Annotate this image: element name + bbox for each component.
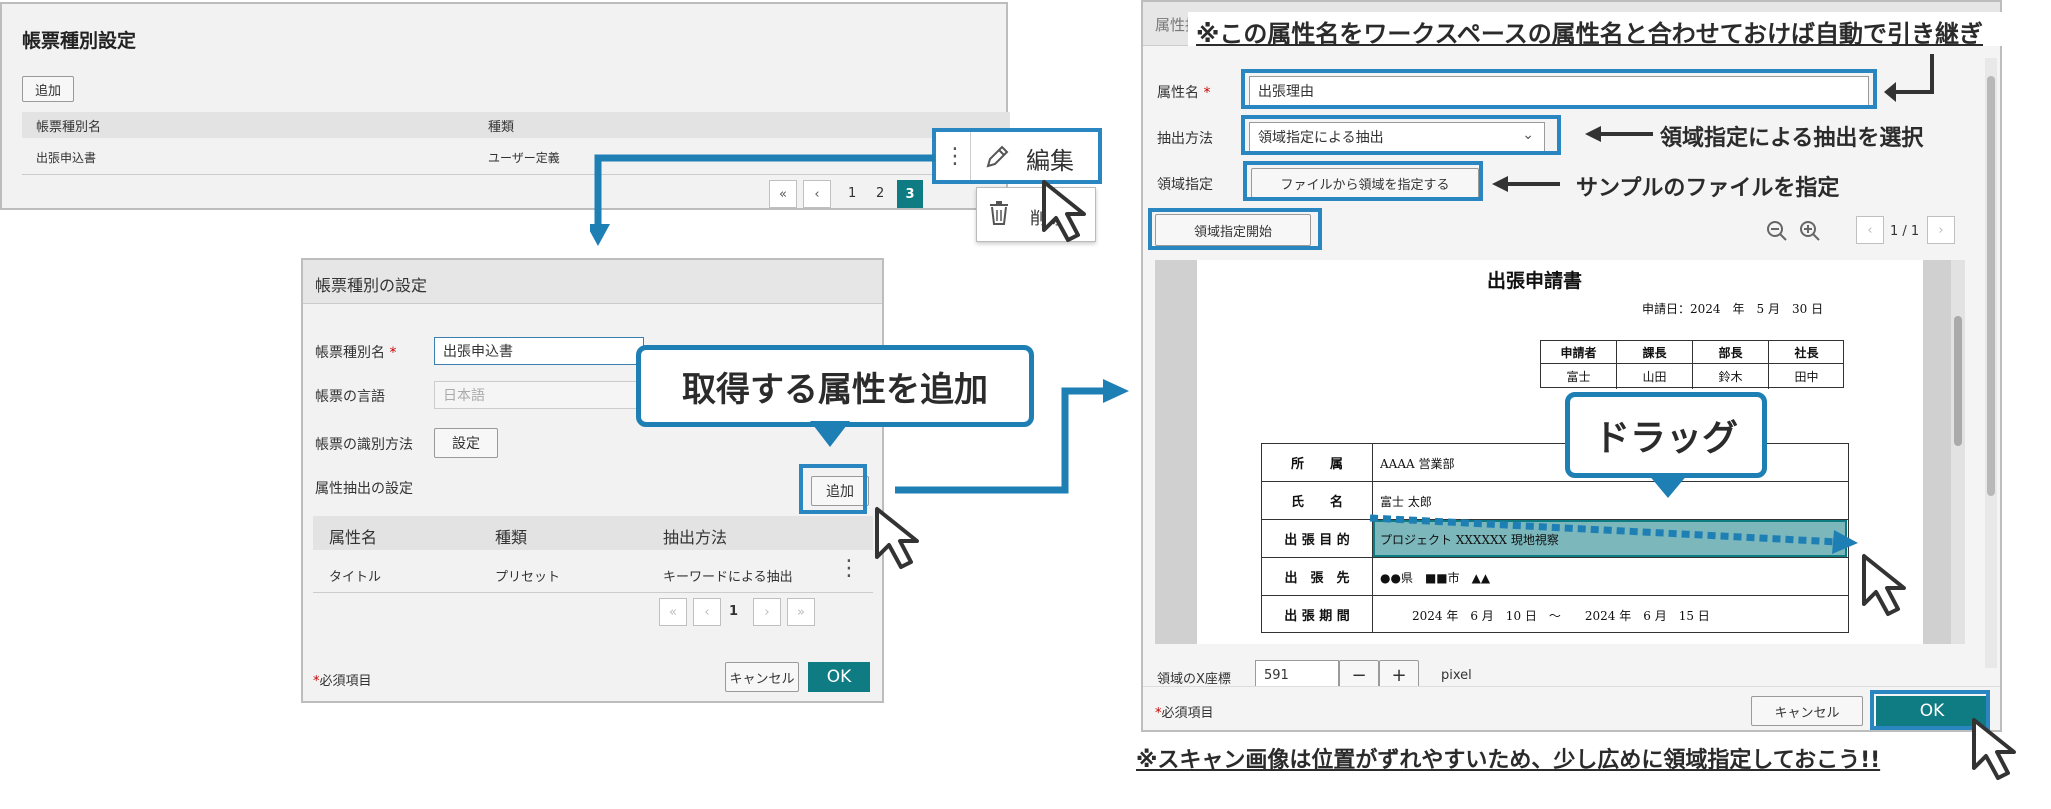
doc-page-info: 1 / 1 <box>1890 224 1920 239</box>
detail-value: ●●県 ■■市 ▲▲ <box>1380 571 1491 585</box>
dialog-scrollbar[interactable] <box>1985 58 1997 668</box>
attr-name-label: 属性名 * <box>1157 85 1211 101</box>
cancel-button[interactable]: キャンセル <box>725 662 799 692</box>
approver-name: 田中 <box>1794 369 1819 384</box>
row-type: ユーザー定義 <box>488 151 560 165</box>
top-note: ※この属性名をワークスペースの属性名と合わせておけば自動で引き継ぎ <box>1196 20 1984 48</box>
approval-table: 申請者 課長 部長 社長 富士 山田 鈴木 田中 <box>1540 340 1844 389</box>
detail-label: 出 張 目 的 <box>1284 533 1350 548</box>
language-label: 帳票の言語 <box>315 389 385 405</box>
dialog-title: 帳票種別の設定 <box>315 276 428 295</box>
zoom-out-icon[interactable] <box>1766 220 1788 242</box>
next-doc-page-button: › <box>1927 216 1955 244</box>
next-page-button: › <box>753 598 781 626</box>
callout-pointer <box>810 421 850 451</box>
identification-settings-button[interactable]: 設定 <box>434 428 498 458</box>
trash-icon[interactable] <box>988 200 1010 226</box>
document-page: 出張申請書 申請日：2024 年 5 月 30 日 申請者 課長 部長 社長 富… <box>1197 260 1923 644</box>
required-note: *必須項目 <box>313 674 372 689</box>
prev-doc-page-button: ‹ <box>1856 216 1884 244</box>
language-select: 日本語 <box>434 381 644 409</box>
mouse-cursor-icon <box>873 505 943 575</box>
attr-name-highlight <box>1241 69 1877 109</box>
add-form-type-button[interactable]: 追加 <box>22 76 74 102</box>
cancel-button[interactable]: キャンセル <box>1751 696 1863 726</box>
add-button-highlight <box>799 464 867 514</box>
attribute-extraction-label: 属性抽出の設定 <box>315 481 413 497</box>
method-note: 領域指定による抽出を選択 <box>1660 126 1924 151</box>
edit-menu-label: 編集 <box>1026 147 1074 175</box>
callout-drag: ドラッグ <box>1565 392 1767 478</box>
row-attribute-name: タイトル <box>329 570 382 585</box>
current-page: 1 <box>729 604 739 619</box>
panel1-title: 帳票種別設定 <box>22 30 137 52</box>
ok-button[interactable]: OK <box>808 662 870 692</box>
row-extraction-method: キーワードによる抽出 <box>663 570 793 585</box>
bottom-note: ※スキャン画像は位置がずれやすいため、少し広めに領域指定しておこう!! <box>1136 748 1881 773</box>
approval-header: 部長 <box>1718 345 1743 360</box>
mouse-cursor-icon <box>1040 178 1110 248</box>
attribute-extraction-dialog: 属性抽出の設定 属性名 * 出張理由 抽出方法 領域指定による抽出 ⌄ 領域指定… <box>1141 0 2002 732</box>
form-type-name-input[interactable]: 出張申込書 <box>434 337 644 365</box>
drag-arrow <box>1368 510 1868 554</box>
file-button-highlight <box>1243 161 1483 201</box>
approval-header: 課長 <box>1642 345 1667 360</box>
form-type-name-label: 帳票種別名 * <box>315 345 397 361</box>
identification-label: 帳票の識別方法 <box>315 437 413 453</box>
col-attribute-name: 属性名 <box>329 528 378 547</box>
row-form-type-name[interactable]: 出張申込書 <box>36 149 96 166</box>
flow-arrow-right <box>895 375 1135 505</box>
document-date: 申請日：2024 年 5 月 30 日 <box>1642 302 1824 316</box>
document-title: 出張申請書 <box>1487 270 1583 292</box>
detail-label: 出 張 期 間 <box>1284 608 1350 624</box>
first-page-button: « <box>659 598 687 626</box>
last-page-button: » <box>787 598 815 626</box>
start-button-highlight <box>1148 208 1322 250</box>
edit-menu-item[interactable]: ⋮ 編集 <box>932 128 1102 184</box>
arrow-left-icon <box>1492 172 1562 196</box>
approver-name: 山田 <box>1642 369 1667 384</box>
viewer-scrollbar[interactable] <box>1951 260 1965 644</box>
mouse-cursor-icon <box>1860 552 1930 622</box>
row-kebab-icon[interactable]: ⋮ <box>838 556 860 581</box>
pencil-icon <box>984 144 1010 170</box>
col-extraction-method: 抽出方法 <box>663 528 728 547</box>
col-kind: 種類 <box>495 528 528 547</box>
approver-name: 富士 <box>1566 369 1591 384</box>
area-label: 領域指定 <box>1157 177 1213 193</box>
x-coord-label: 領域のX座標 <box>1157 672 1231 687</box>
detail-value: 富士 太郎 <box>1380 495 1432 509</box>
flow-arrow-down <box>586 150 950 250</box>
col-form-type-name: 帳票種別名 <box>36 120 102 135</box>
detail-label: 氏 名 <box>1290 495 1343 510</box>
document-viewer[interactable]: 出張申請書 申請日：2024 年 5 月 30 日 申請者 課長 部長 社長 富… <box>1155 260 1965 644</box>
approval-header: 申請者 <box>1560 345 1597 360</box>
x-unit: pixel <box>1441 668 1472 683</box>
prev-page-button: ‹ <box>693 598 721 626</box>
detail-label: 所 属 <box>1290 457 1343 472</box>
return-arrow-icon <box>1882 50 1942 110</box>
col-type: 種類 <box>488 120 515 135</box>
callout-pointer <box>1648 474 1688 502</box>
zoom-in-icon[interactable] <box>1799 220 1821 242</box>
approval-header: 社長 <box>1794 345 1819 360</box>
method-label: 抽出方法 <box>1157 131 1213 147</box>
table-header <box>22 112 1010 138</box>
attr-table-header <box>313 516 873 550</box>
required-note: *必須項目 <box>1155 706 1214 721</box>
arrow-left-icon <box>1585 122 1655 146</box>
method-highlight <box>1241 115 1561 155</box>
form-type-dialog: 帳票種別の設定 帳票種別名 * 出張申込書 帳票の言語 日本語 帳票の識別方法 … <box>301 258 884 703</box>
detail-label: 出 張 先 <box>1284 571 1350 586</box>
row-kind: プリセット <box>495 570 561 585</box>
approver-name: 鈴木 <box>1718 369 1743 384</box>
detail-value: AAAA 営業部 <box>1380 457 1455 471</box>
detail-value: 2024 年 6 月 10 日 ～ 2024 年 6 月 15 日 <box>1412 609 1710 623</box>
file-note: サンプルのファイルを指定 <box>1576 176 1840 201</box>
mouse-cursor-icon <box>1970 716 2040 786</box>
